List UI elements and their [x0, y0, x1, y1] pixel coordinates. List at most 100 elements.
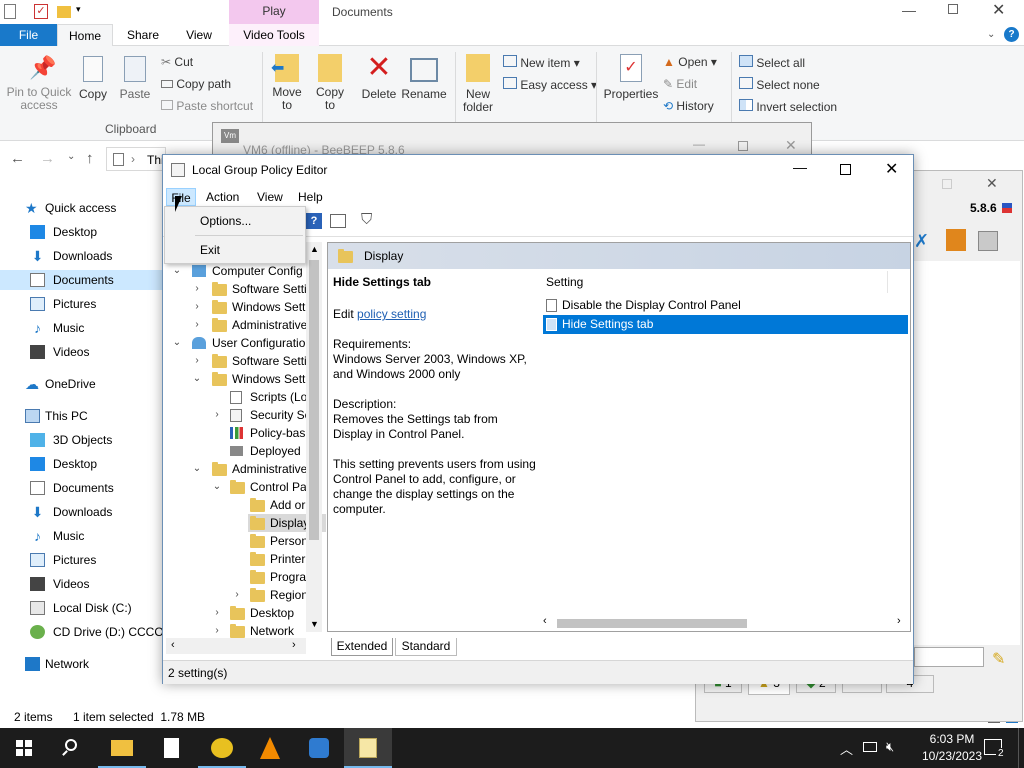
tab-home[interactable]: Home	[57, 24, 113, 46]
maximize-icon[interactable]	[840, 164, 851, 175]
volume-muted-icon[interactable]: 🔇︎	[886, 739, 894, 755]
menu-item-options[interactable]: Options...	[167, 210, 303, 232]
paste-shortcut-button[interactable]: Paste shortcut	[161, 99, 253, 113]
tab-share[interactable]: Share	[117, 24, 169, 46]
trash-icon[interactable]	[978, 231, 998, 251]
tab-extended[interactable]: Extended	[331, 638, 393, 656]
scroll-left-icon[interactable]: ‹	[543, 615, 547, 627]
copy-button[interactable]: Copy	[76, 56, 110, 101]
taskbar-app-blue[interactable]	[295, 728, 343, 768]
network-tray-icon[interactable]	[863, 742, 877, 752]
folder-qat-icon[interactable]	[57, 6, 71, 18]
start-button[interactable]	[0, 728, 48, 768]
scroll-up-icon[interactable]: ▲	[310, 244, 319, 254]
cut-button[interactable]: ✂ Cut	[161, 55, 193, 69]
scroll-right-icon[interactable]: ›	[292, 639, 296, 651]
policy-list-row[interactable]: Disable the Display Control Panel	[543, 296, 908, 315]
close-icon[interactable]: ✕	[992, 0, 1005, 20]
emoji-icon[interactable]: ✎	[992, 649, 1005, 669]
tray-time[interactable]: 6:03 PM	[919, 732, 985, 746]
taskbar-policy-editor[interactable]	[344, 728, 392, 768]
policy-setting-link[interactable]: policy setting	[357, 307, 426, 321]
beebeep-message-input[interactable]	[914, 647, 984, 667]
scroll-thumb[interactable]	[309, 260, 319, 540]
close-icon[interactable]: ✕	[785, 137, 797, 154]
copy-path-button[interactable]: Copy path	[161, 77, 231, 91]
properties-qat-icon[interactable]	[4, 4, 16, 19]
history-button[interactable]: ⟲ History	[663, 99, 714, 113]
maximize-icon[interactable]	[738, 141, 748, 151]
policy-list-row-selected[interactable]: Hide Settings tab	[543, 315, 908, 334]
maximize-icon[interactable]	[942, 179, 952, 189]
list-horizontal-scrollbar[interactable]: ‹ ›	[541, 615, 909, 631]
qat-dropdown-icon[interactable]: ▾	[76, 4, 81, 15]
menu-item-exit[interactable]: Exit	[167, 239, 303, 261]
move-to-button[interactable]: ⬅ Move to	[267, 54, 307, 112]
close-icon[interactable]: ✕	[986, 175, 998, 192]
scroll-right-icon[interactable]: ›	[897, 615, 901, 627]
restore-icon[interactable]	[948, 4, 958, 14]
copy-to-button[interactable]: Copy to	[311, 54, 349, 112]
taskbar-file-explorer[interactable]	[98, 728, 146, 768]
close-icon[interactable]: ✕	[885, 159, 898, 179]
tab-view[interactable]: View	[173, 24, 225, 46]
tab-video-tools[interactable]: Video Tools	[229, 24, 319, 46]
checkmark-qat-icon[interactable]: ✓	[34, 4, 48, 19]
minimize-icon[interactable]: —	[902, 2, 916, 18]
show-desktop-button[interactable]	[1018, 728, 1024, 768]
expand-ribbon-icon[interactable]: ⌄	[987, 29, 995, 40]
chevron-right-icon: ›	[195, 283, 199, 294]
cloud-icon: ☁	[25, 376, 39, 392]
tab-file[interactable]: File	[0, 24, 57, 46]
show-hidden-icons[interactable]: ︿	[840, 739, 853, 758]
chevron-right-icon: ›	[195, 319, 199, 330]
recent-dropdown-icon[interactable]: ⌄	[67, 151, 75, 162]
invert-selection-button[interactable]: Invert selection	[739, 99, 837, 114]
download-icon: ⬇	[31, 248, 44, 264]
delete-button[interactable]: ✕ Delete	[358, 53, 400, 101]
scroll-down-icon[interactable]: ▼	[310, 619, 319, 629]
up-icon[interactable]: ↑	[86, 150, 94, 167]
taskbar-beebeep[interactable]	[198, 728, 246, 768]
taskbar-document[interactable]	[148, 728, 196, 768]
address-bar: ← → ⌄ ↑ › Thi	[0, 142, 166, 176]
upload-icon[interactable]	[946, 229, 966, 251]
column-header-setting[interactable]: Setting	[543, 271, 888, 293]
policy-setting-icon	[546, 299, 557, 312]
script-icon	[230, 391, 242, 404]
open-button[interactable]: ▲ Open ▾	[663, 55, 717, 69]
tree-horizontal-scrollbar[interactable]: ‹ ›	[166, 638, 306, 654]
edit-button[interactable]: ✎ Edit	[663, 77, 697, 91]
rename-button[interactable]: Rename	[400, 54, 448, 101]
easy-access-button[interactable]: Easy access ▾	[503, 77, 597, 92]
paste-button[interactable]: Paste	[116, 56, 154, 101]
menu-view[interactable]: View	[257, 188, 283, 206]
tab-standard[interactable]: Standard	[395, 638, 457, 656]
scroll-thumb[interactable]	[557, 619, 747, 628]
new-item-button[interactable]: New item ▾	[503, 55, 580, 70]
nav-documents[interactable]: Documents	[0, 270, 165, 290]
help-toolbar-icon[interactable]: ?	[306, 213, 322, 229]
new-folder-button[interactable]: New folder	[458, 54, 498, 114]
tools-icon[interactable]: ✗	[914, 231, 929, 252]
help-icon[interactable]: ?	[1004, 27, 1019, 42]
minimize-icon[interactable]: —	[793, 159, 807, 175]
menu-action[interactable]: Action	[206, 188, 239, 206]
back-icon[interactable]: ←	[10, 150, 25, 167]
properties-button[interactable]: ✓ Properties	[602, 54, 660, 101]
search-button[interactable]	[48, 728, 96, 768]
select-none-button[interactable]: Select none	[739, 77, 820, 92]
forward-icon[interactable]: →	[40, 150, 55, 167]
minimize-icon[interactable]: —	[693, 137, 705, 151]
filter-icon[interactable]: ⛉	[361, 211, 372, 228]
properties-toolbar-icon[interactable]	[330, 214, 346, 228]
network-icon	[25, 657, 40, 671]
tree-vertical-scrollbar[interactable]: ▲ ▼	[306, 242, 322, 632]
menu-help[interactable]: Help	[298, 188, 323, 206]
scroll-left-icon[interactable]: ‹	[171, 639, 175, 651]
address-field[interactable]: › Thi	[106, 147, 166, 171]
pin-quick-access-button[interactable]: 📌 Pin to Quick access	[4, 56, 74, 112]
taskbar-vlc[interactable]	[246, 728, 294, 768]
select-all-button[interactable]: Select all	[739, 55, 805, 70]
tray-date[interactable]: 10/23/2023	[912, 749, 992, 763]
